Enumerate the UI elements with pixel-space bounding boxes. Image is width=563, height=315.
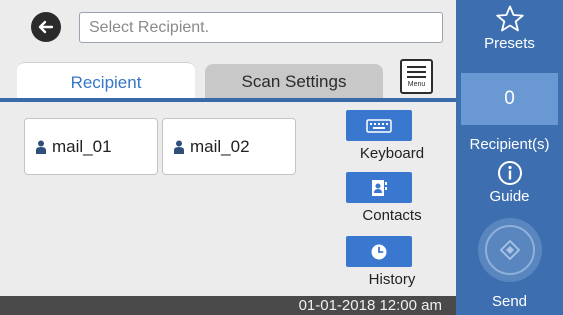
recipient-label: mail_01 xyxy=(52,136,112,156)
arrow-left-icon xyxy=(38,20,54,34)
send-label: Send xyxy=(491,293,528,310)
main-panel: Select Recipient. Recipient Scan Setting… xyxy=(0,0,456,315)
diamond-icon xyxy=(499,239,520,261)
person-icon xyxy=(174,140,184,154)
keyboard-icon xyxy=(366,118,392,133)
contacts-icon xyxy=(372,179,387,196)
back-button[interactable] xyxy=(31,12,61,42)
menu-button[interactable]: Menu xyxy=(400,59,433,94)
person-icon xyxy=(36,140,46,154)
tab-scan-settings-label: Scan Settings xyxy=(241,72,347,91)
recipient-search-input[interactable]: Select Recipient. xyxy=(79,12,443,43)
recipient-label: mail_02 xyxy=(190,136,250,156)
presets-button[interactable]: Presets xyxy=(456,0,563,70)
guide-label: Guide xyxy=(489,188,530,205)
tab-bar: Recipient Scan Settings Menu xyxy=(0,50,456,102)
recipient-card[interactable]: mail_02 xyxy=(162,118,296,175)
top-bar: Select Recipient. xyxy=(0,0,456,50)
keyboard-label: Keyboard xyxy=(359,145,425,162)
recipient-count: 0 xyxy=(504,88,515,109)
search-placeholder: Select Recipient. xyxy=(89,18,210,36)
contacts-button[interactable]: Contacts xyxy=(344,172,440,224)
send-button[interactable]: Send xyxy=(456,218,563,310)
history-label: History xyxy=(368,271,416,288)
list-icon xyxy=(407,66,426,68)
datetime-text: 01-01-2018 12:00 am xyxy=(298,297,442,314)
right-sidebar: Presets 0 Recipient(s) Guide Send xyxy=(456,0,563,315)
tab-recipient-label: Recipient xyxy=(70,72,142,92)
star-icon xyxy=(495,5,524,32)
menu-button-label: Menu xyxy=(407,81,426,88)
tab-scan-settings[interactable]: Scan Settings xyxy=(205,64,383,100)
recipient-card[interactable]: mail_01 xyxy=(24,118,158,175)
clock-icon xyxy=(371,244,387,259)
keyboard-button[interactable]: Keyboard xyxy=(344,110,440,162)
status-bar: 01-01-2018 12:00 am xyxy=(0,296,456,315)
recipient-content: mail_01 mail_02 Keyboard Contacts Histor… xyxy=(0,102,456,296)
guide-button[interactable]: Guide xyxy=(456,160,563,205)
recipient-count-label: Recipient(s) xyxy=(469,136,550,153)
recipient-count-box[interactable]: 0 xyxy=(461,73,558,125)
info-icon xyxy=(497,161,522,185)
presets-label: Presets xyxy=(484,35,535,52)
tab-recipient[interactable]: Recipient xyxy=(17,62,195,102)
contacts-label: Contacts xyxy=(362,207,422,224)
history-button[interactable]: History xyxy=(344,236,440,288)
